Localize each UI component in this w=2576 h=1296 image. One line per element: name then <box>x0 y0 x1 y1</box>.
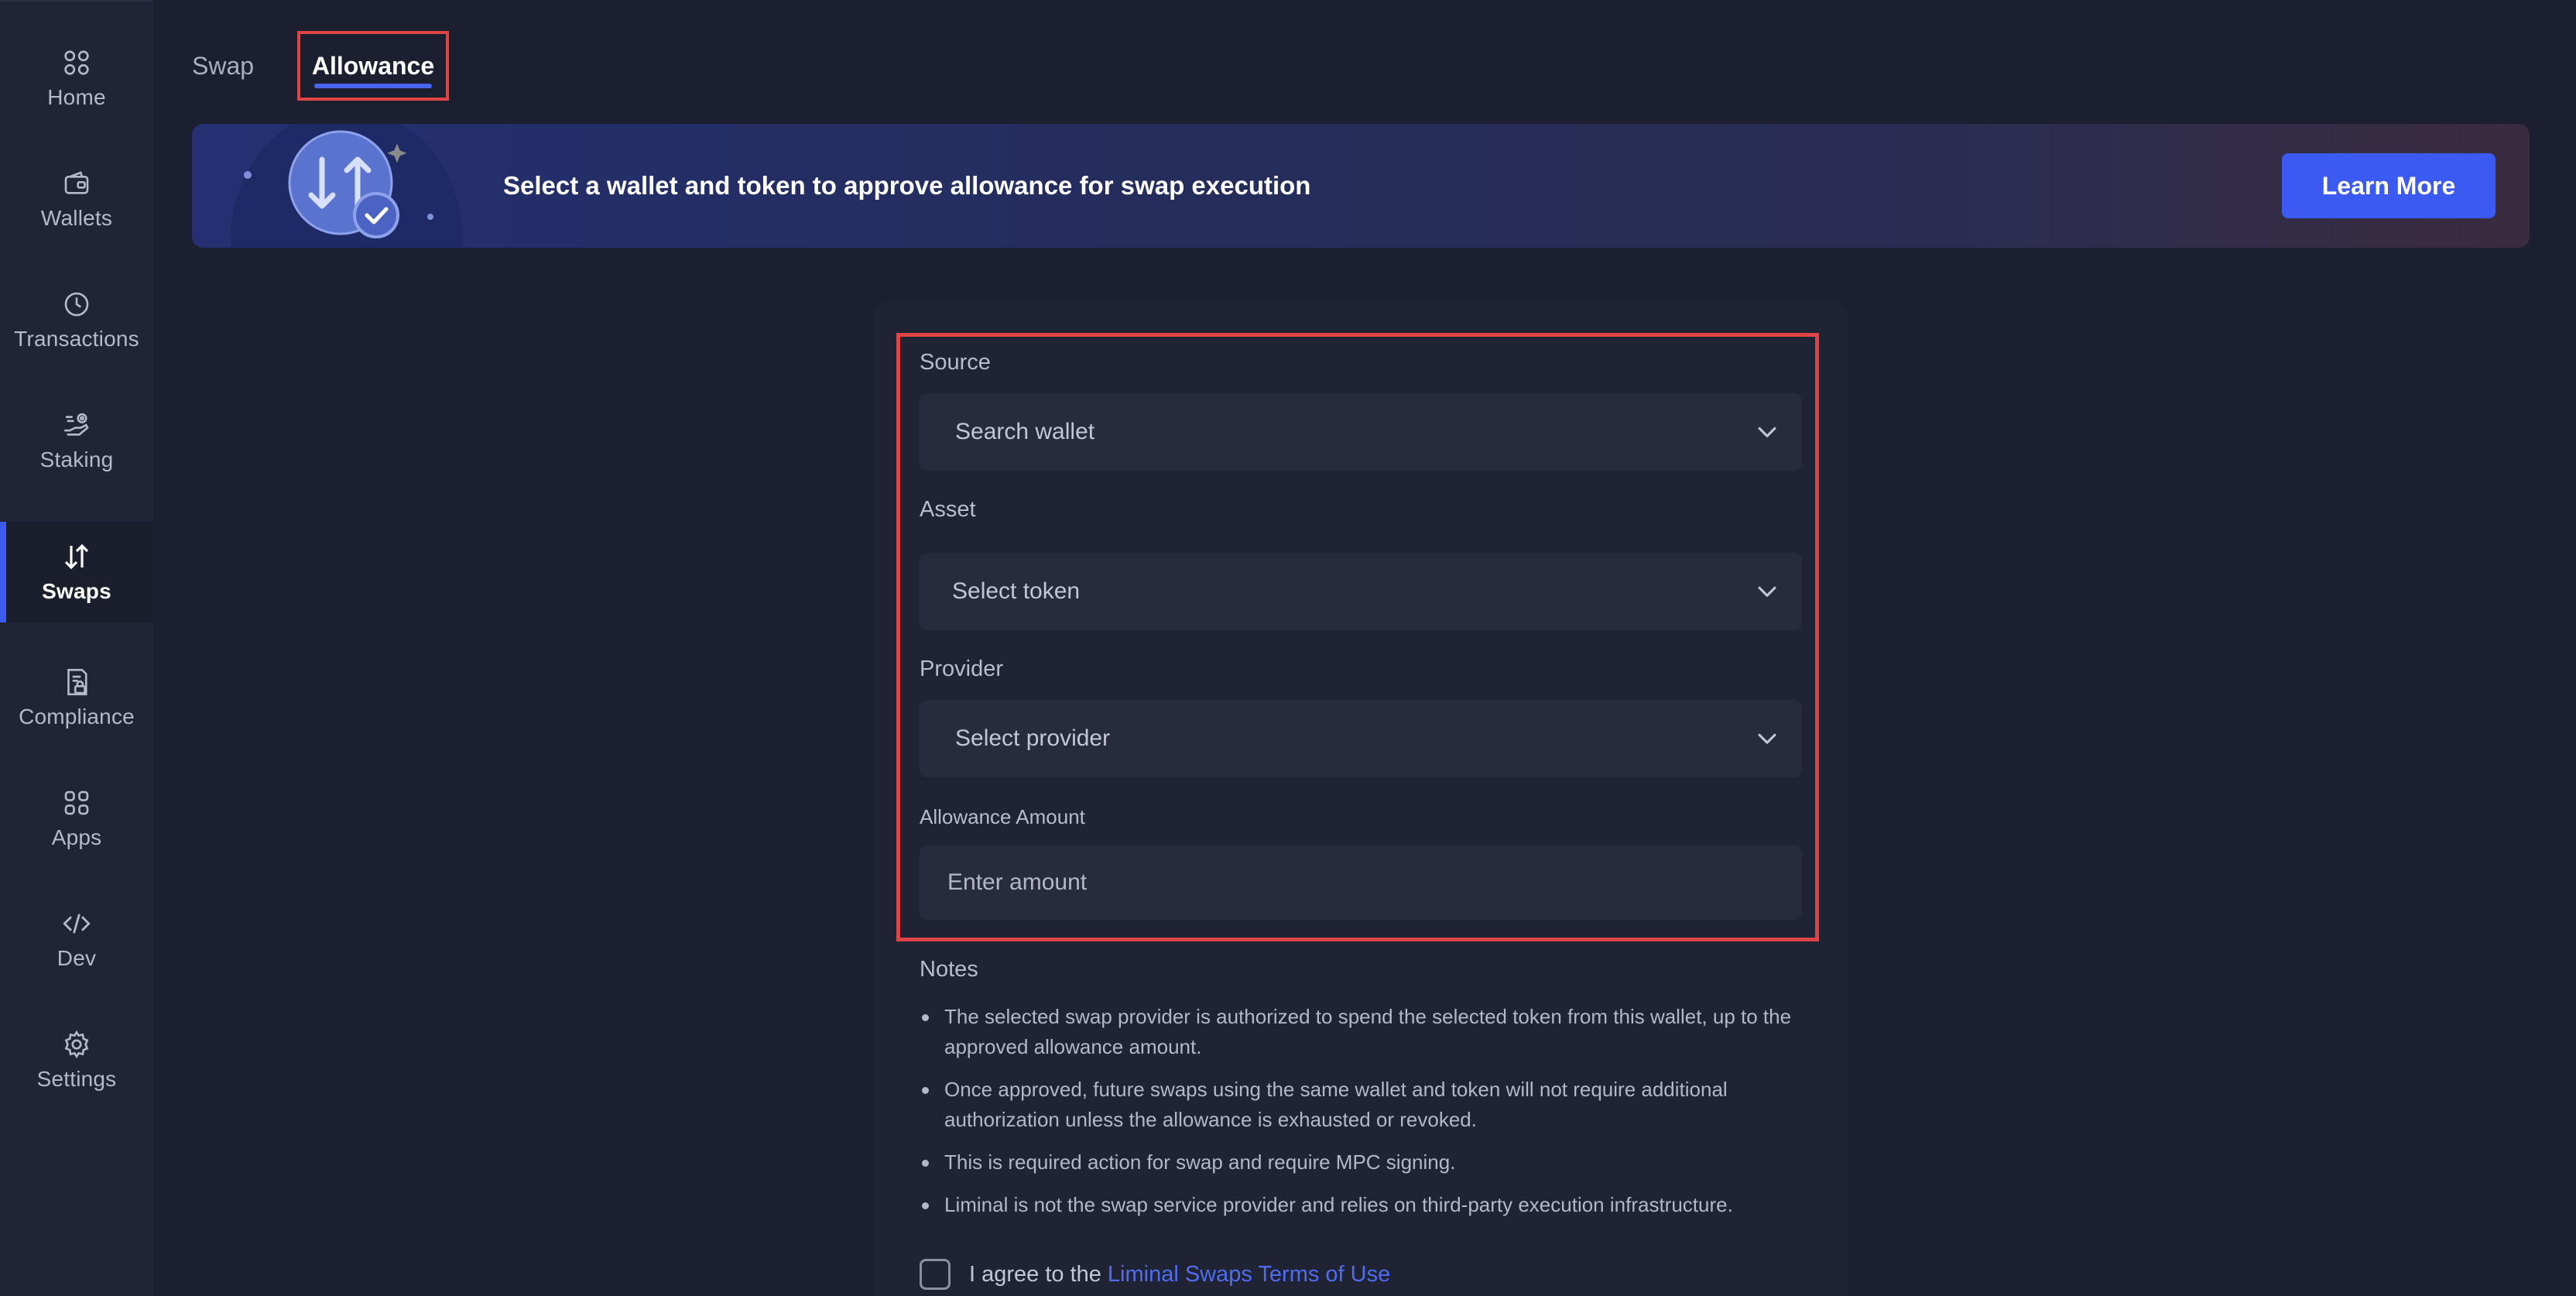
active-tab-indicator <box>314 84 432 88</box>
chevron-down-icon <box>1758 733 1776 744</box>
allowance-amount-label: Allowance Amount <box>920 805 1085 828</box>
sidebar-item-home[interactable]: Home <box>0 28 153 129</box>
apps-grid-icon <box>64 790 89 815</box>
note-item: Once approved, future swaps using the sa… <box>920 1075 1802 1135</box>
sidebar-item-transactions[interactable]: Transactions <box>0 269 153 370</box>
tab-allowance[interactable]: Allowance <box>297 31 449 101</box>
sidebar-item-wallets[interactable]: Wallets <box>0 149 153 249</box>
sidebar: Home Wallets Transactions Staking Swaps … <box>0 0 153 1296</box>
provider-select[interactable]: Select provider <box>920 700 1802 777</box>
tab-allowance-label: Allowance <box>311 51 435 80</box>
clock-icon <box>64 292 89 317</box>
sidebar-item-label: Settings <box>36 1067 117 1091</box>
sidebar-item-label: Swaps <box>42 579 111 603</box>
note-item: This is required action for swap and req… <box>920 1147 1802 1178</box>
note-item: The selected swap provider is authorized… <box>920 1002 1802 1062</box>
home-grid-icon <box>64 50 89 75</box>
banner-message: Select a wallet and token to approve all… <box>503 171 1311 200</box>
sidebar-item-label: Wallets <box>40 206 113 230</box>
code-icon <box>63 914 91 934</box>
info-banner: Select a wallet and token to approve all… <box>192 124 2530 248</box>
asset-token-select[interactable]: Select token <box>920 553 1802 630</box>
sidebar-item-label: Apps <box>51 825 102 849</box>
provider-placeholder: Select provider <box>955 725 1111 751</box>
source-wallet-select[interactable]: Search wallet <box>920 393 1802 471</box>
sidebar-item-settings[interactable]: Settings <box>0 1010 153 1110</box>
compliance-lock-icon <box>67 668 87 696</box>
swap-arrows-icon <box>64 543 89 570</box>
sidebar-item-dev[interactable]: Dev <box>0 889 153 989</box>
source-wallet-placeholder: Search wallet <box>955 419 1095 444</box>
terms-agreement-row: I agree to the Liminal Swaps Terms of Us… <box>920 1257 1390 1291</box>
sidebar-item-staking[interactable]: Staking <box>0 390 153 491</box>
staking-hand-icon <box>64 413 89 436</box>
chevron-down-icon <box>1758 586 1776 597</box>
learn-more-button[interactable]: Learn More <box>2282 153 2496 218</box>
asset-label: Asset <box>920 497 976 522</box>
chevron-down-icon <box>1758 427 1776 437</box>
sidebar-item-label: Compliance <box>19 705 135 729</box>
app-root: Home Wallets Transactions Staking Swaps … <box>0 0 2576 1296</box>
asset-token-placeholder: Select token <box>952 578 1081 604</box>
allowance-amount-input[interactable] <box>920 845 1802 920</box>
wallet-icon <box>64 171 89 194</box>
gear-icon <box>64 1030 89 1059</box>
sidebar-item-label: Transactions <box>14 327 139 351</box>
notes-title: Notes <box>920 957 978 982</box>
provider-label: Provider <box>920 657 1003 681</box>
swap-approve-illustration-icon <box>231 124 463 248</box>
notes-list: The selected swap provider is authorized… <box>920 1002 1802 1233</box>
sidebar-item-swaps[interactable]: Swaps <box>0 522 153 622</box>
sidebar-item-label: Home <box>47 85 106 109</box>
terms-agreement-text: I agree to the <box>969 1261 1101 1287</box>
sidebar-item-label: Dev <box>57 946 97 970</box>
sidebar-item-apps[interactable]: Apps <box>0 768 153 869</box>
note-item: Liminal is not the swap service provider… <box>920 1190 1802 1220</box>
tab-swap[interactable]: Swap <box>192 31 254 101</box>
sidebar-item-label: Staking <box>39 447 114 471</box>
terms-checkbox[interactable] <box>920 1259 951 1290</box>
sidebar-item-compliance[interactable]: Compliance <box>0 647 153 748</box>
terms-of-use-link[interactable]: Liminal Swaps Terms of Use <box>1108 1262 1390 1287</box>
source-label: Source <box>920 350 991 375</box>
